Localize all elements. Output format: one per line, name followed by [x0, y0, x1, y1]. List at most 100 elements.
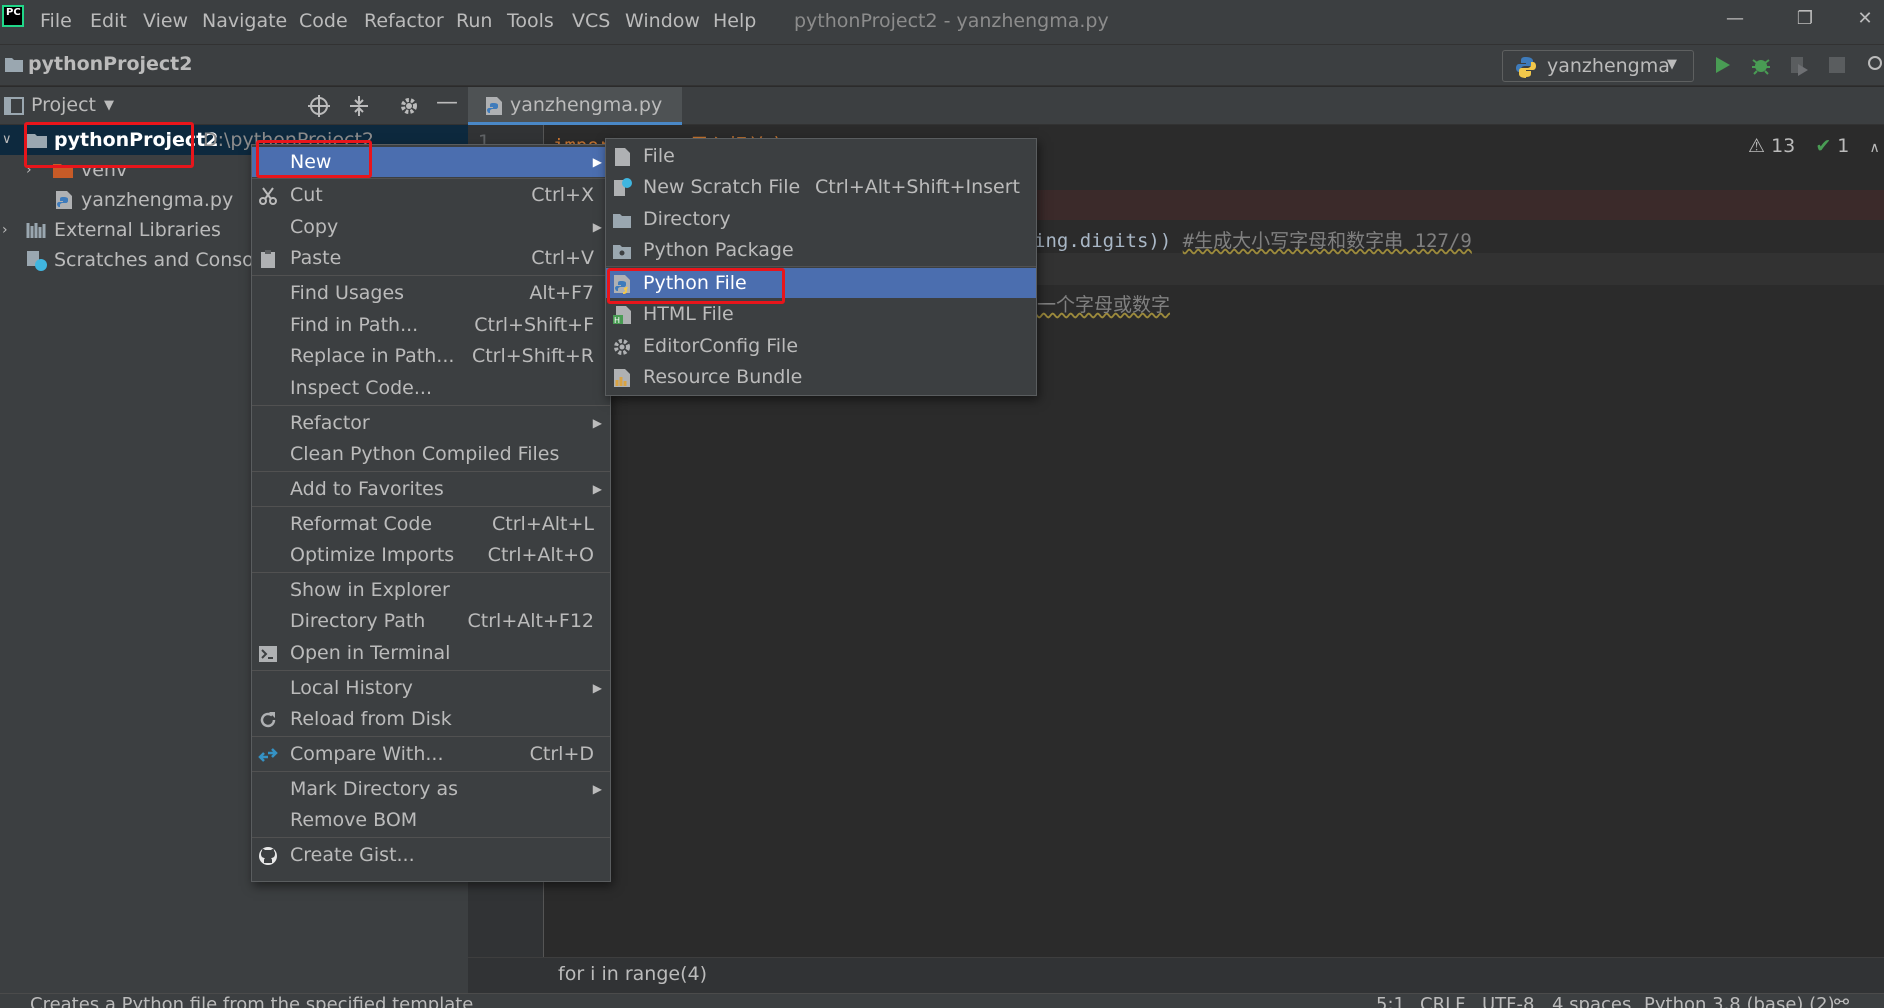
menu-item-shortcut: Ctrl+Alt+F12: [467, 610, 594, 632]
menu-item-reload-from-disk[interactable]: Reload from Disk: [252, 704, 610, 734]
menu-item-shortcut: Ctrl+Alt+L: [492, 513, 594, 535]
stop-icon[interactable]: [1828, 56, 1846, 74]
menu-item-optimize-imports[interactable]: Optimize Imports Ctrl+Alt+O: [252, 540, 610, 570]
python-file-icon: [484, 96, 504, 116]
submenu-item-new-scratch-file[interactable]: New Scratch File Ctrl+Alt+Shift+Insert: [606, 172, 1036, 202]
menu-item-compare-with[interactable]: Compare With... Ctrl+D: [252, 739, 610, 769]
gear-icon[interactable]: [398, 95, 420, 117]
chevron-right-icon: ▶: [592, 482, 602, 496]
resource-bundle-icon: [612, 367, 632, 387]
tab-yanzhengma[interactable]: yanzhengma.py: [468, 87, 682, 125]
coverage-icon[interactable]: [1788, 54, 1810, 76]
menu-separator: [252, 771, 610, 772]
status-line-separator[interactable]: CRLF: [1420, 996, 1465, 1008]
status-position[interactable]: 5:1: [1376, 996, 1405, 1008]
menu-item-directory-path[interactable]: Directory Path Ctrl+Alt+F12: [252, 606, 610, 636]
inspection-widget[interactable]: ⚠ 13 ✔ 1 ∧: [1748, 135, 1880, 157]
chevron-down-icon[interactable]: ∨: [2, 125, 12, 155]
menu-item-paste[interactable]: Paste Ctrl+V: [252, 243, 610, 273]
menu-bar: PC File Edit View Navigate Code Refactor…: [0, 0, 1884, 44]
menu-item-clean-compiled[interactable]: Clean Python Compiled Files: [252, 439, 610, 469]
run-icon[interactable]: [1712, 55, 1732, 75]
lock-icon[interactable]: ⚯: [1834, 994, 1849, 1008]
menu-item-create-gist[interactable]: Create Gist...: [252, 840, 610, 870]
close-icon[interactable]: ✕: [1850, 8, 1880, 34]
menu-code[interactable]: Code: [299, 10, 348, 32]
project-view-title[interactable]: Project: [31, 94, 96, 116]
chevron-right-icon[interactable]: ›: [2, 215, 8, 245]
menu-item-shortcut: Ctrl+Alt+Shift+Insert: [815, 176, 1020, 198]
menu-item-find-in-path[interactable]: Find in Path... Ctrl+Shift+F: [252, 310, 610, 340]
menu-item-label: Remove BOM: [290, 809, 418, 831]
project-view-icon: [4, 97, 24, 115]
debug-icon[interactable]: [1750, 54, 1772, 76]
menu-tools[interactable]: Tools: [507, 10, 554, 32]
submenu-item-resource-bundle[interactable]: Resource Bundle: [606, 362, 1036, 392]
menu-item-mark-directory-as[interactable]: Mark Directory as ▶: [252, 774, 610, 804]
menu-item-refactor[interactable]: Refactor ▶: [252, 408, 610, 438]
menu-view[interactable]: View: [143, 10, 188, 32]
submenu-item-directory[interactable]: Directory: [606, 204, 1036, 234]
submenu-item-file[interactable]: File: [606, 141, 1036, 171]
menu-item-label: Clean Python Compiled Files: [290, 443, 560, 465]
restore-icon[interactable]: ❐: [1790, 8, 1820, 34]
menu-item-open-in-terminal[interactable]: Open in Terminal: [252, 638, 610, 668]
chevron-down-icon[interactable]: ▼: [104, 98, 114, 113]
menu-item-label: Add to Favorites: [290, 478, 444, 500]
menu-item-find-usages[interactable]: Find Usages Alt+F7: [252, 278, 610, 308]
reload-icon: [258, 709, 278, 729]
menu-navigate[interactable]: Navigate: [202, 10, 287, 32]
menu-item-add-to-favorites[interactable]: Add to Favorites ▶: [252, 474, 610, 504]
status-encoding[interactable]: UTF-8: [1482, 996, 1534, 1008]
menu-edit[interactable]: Edit: [90, 10, 127, 32]
minimize-icon[interactable]: —: [1720, 8, 1750, 34]
editor-breadcrumb-bar: for i in range(4): [468, 957, 1884, 993]
menu-refactor[interactable]: Refactor: [364, 10, 444, 32]
menu-item-copy[interactable]: Copy ▶: [252, 212, 610, 242]
gear-icon: [612, 336, 632, 356]
chevron-right-icon: ▶: [592, 416, 602, 430]
status-indent[interactable]: 4 spaces: [1552, 996, 1631, 1008]
editor-breadcrumb[interactable]: for i in range(4): [558, 963, 707, 985]
hide-panel-icon[interactable]: —: [436, 90, 458, 115]
menu-window[interactable]: Window: [625, 10, 700, 32]
run-configuration-select[interactable]: yanzhengma ▼: [1502, 50, 1694, 82]
menu-item-label: Reload from Disk: [290, 708, 452, 730]
menu-vcs[interactable]: VCS: [572, 10, 610, 32]
scissors-icon: [258, 185, 278, 205]
menu-help[interactable]: Help: [713, 10, 756, 32]
menu-item-reformat-code[interactable]: Reformat Code Ctrl+Alt+L: [252, 509, 610, 539]
menu-file[interactable]: File: [40, 10, 72, 32]
menu-run[interactable]: Run: [456, 10, 492, 32]
menu-item-local-history[interactable]: Local History ▶: [252, 673, 610, 703]
new-submenu: File New Scratch File Ctrl+Alt+Shift+Inse…: [605, 138, 1037, 396]
collapse-all-icon[interactable]: [348, 95, 370, 117]
run-configuration-label: yanzhengma: [1547, 55, 1670, 77]
menu-item-label: Open in Terminal: [290, 642, 451, 664]
html-file-icon: H: [612, 304, 632, 325]
submenu-item-editorconfig-file[interactable]: EditorConfig File: [606, 331, 1036, 361]
search-everywhere-icon[interactable]: [1866, 55, 1884, 75]
submenu-item-python-package[interactable]: Python Package: [606, 235, 1036, 265]
menu-item-label: Show in Explorer: [290, 579, 450, 601]
tree-item-label: yanzhengma.py: [81, 189, 234, 211]
tree-item-label: Scratches and Consoles: [54, 249, 281, 271]
menu-item-label: Compare With...: [290, 743, 444, 765]
warning-count: 13: [1771, 135, 1796, 157]
status-interpreter[interactable]: Python 3.8 (base) (2): [1644, 996, 1835, 1008]
status-message: Creates a Python file from the specified…: [30, 994, 474, 1008]
menu-item-remove-bom[interactable]: Remove BOM: [252, 805, 610, 835]
menu-item-label: Refactor: [290, 412, 370, 434]
menu-item-show-in-explorer[interactable]: Show in Explorer: [252, 575, 610, 605]
menu-item-cut[interactable]: Cut Ctrl+X: [252, 180, 610, 210]
breadcrumb-project[interactable]: pythonProject2: [28, 53, 193, 75]
chevron-right-icon: ▶: [592, 155, 602, 169]
menu-item-label: Mark Directory as: [290, 778, 459, 800]
folder-icon: [612, 209, 632, 229]
locate-icon[interactable]: [308, 95, 330, 117]
menu-item-inspect-code[interactable]: Inspect Code...: [252, 373, 610, 403]
menu-item-replace-in-path[interactable]: Replace in Path... Ctrl+Shift+R: [252, 341, 610, 371]
chevron-up-icon[interactable]: ∧: [1869, 140, 1879, 156]
menu-item-label: Inspect Code...: [290, 377, 432, 399]
menu-item-shortcut: Ctrl+Alt+O: [487, 544, 594, 566]
